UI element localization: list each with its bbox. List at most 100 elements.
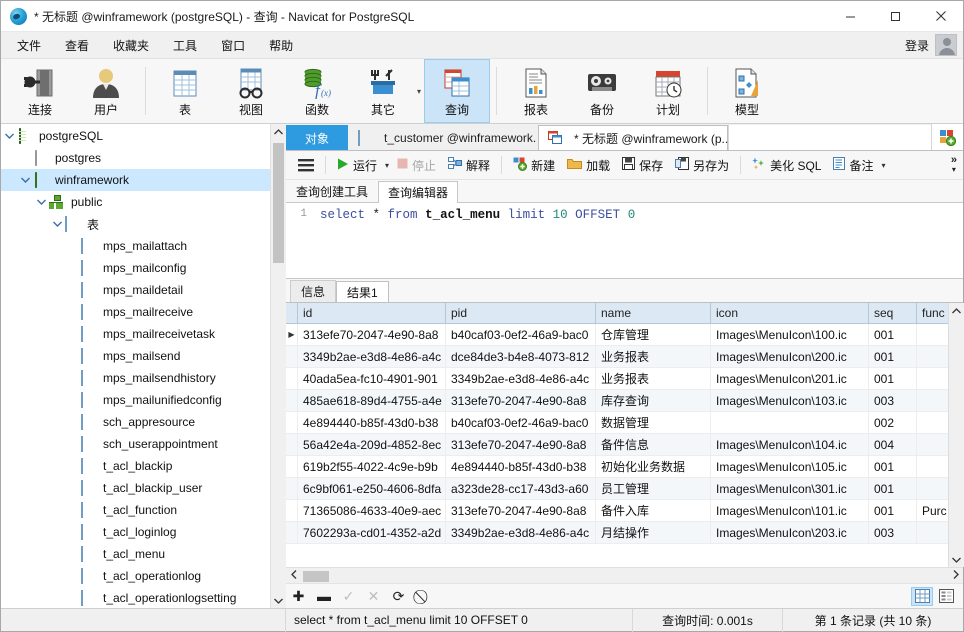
cell-icon[interactable]: Images\MenuIcon\201.ic: [711, 368, 869, 389]
table-row[interactable]: 56a42e4a-209d-4852-8ec 313efe70-2047-4e90…: [286, 434, 948, 456]
menu-file[interactable]: 文件: [5, 33, 53, 58]
cell-name[interactable]: 月结操作: [596, 522, 711, 543]
tree-scroll-thumb[interactable]: [272, 143, 284, 263]
menu-view[interactable]: 查看: [53, 33, 101, 58]
run-button[interactable]: 运行: [331, 154, 383, 177]
cell-pid[interactable]: 313efe70-2047-4e90-8a8: [446, 500, 596, 521]
tab-query-editor[interactable]: 查询编辑器: [378, 181, 459, 203]
cell-seq[interactable]: 001: [869, 456, 917, 477]
avatar[interactable]: [935, 34, 957, 56]
delete-record-icon[interactable]: ▬: [317, 588, 331, 604]
toolbar-function[interactable]: f (x) 函数: [284, 59, 350, 123]
tree-item-t_acl_blackip_user[interactable]: t_acl_blackip_user: [1, 477, 270, 499]
cell-name[interactable]: 数据管理: [596, 412, 711, 433]
tree-item-public[interactable]: public: [1, 191, 270, 213]
run-dropdown-caret[interactable]: ▾: [383, 161, 391, 170]
cell-seq[interactable]: 001: [869, 346, 917, 367]
tree-item-mps_maildetail[interactable]: mps_maildetail: [1, 279, 270, 301]
tree-item-mps_mailattach[interactable]: mps_mailattach: [1, 235, 270, 257]
cell-id[interactable]: 7602293a-cd01-4352-a2d: [298, 522, 446, 543]
cell-id[interactable]: 6c9bf061-e250-4606-8dfa: [298, 478, 446, 499]
toolbar-backup[interactable]: 备份: [569, 59, 635, 123]
menu-tools[interactable]: 工具: [161, 33, 209, 58]
table-row[interactable]: ▶ 313efe70-2047-4e90-8a8 b40caf03-0ef2-46a…: [286, 324, 948, 346]
grid-scroll-down-icon[interactable]: [948, 552, 964, 567]
cell-id[interactable]: 313efe70-2047-4e90-8a8: [298, 324, 446, 345]
cell-icon[interactable]: Images\MenuIcon\103.ic: [711, 390, 869, 411]
cell-seq[interactable]: 001: [869, 368, 917, 389]
tab-untitled-query[interactable]: * 无标题 @winframework (p...: [538, 125, 729, 150]
cell-seq[interactable]: 001: [869, 478, 917, 499]
result-grid[interactable]: id pid name icon seq func ▶ 313efe70-2047-4e90…: [286, 303, 948, 567]
grid-vertical-scrollbar[interactable]: [948, 303, 964, 567]
tree-scrollbar[interactable]: [270, 124, 286, 608]
object-tree[interactable]: postgreSQL postgres winframework public 表 mps…: [1, 124, 270, 608]
cell-func[interactable]: [917, 434, 948, 455]
toolbar-report[interactable]: 报表: [503, 59, 569, 123]
cell-icon[interactable]: Images\MenuIcon\301.ic: [711, 478, 869, 499]
tab-t-customer[interactable]: t_customer @winframework...: [348, 125, 539, 150]
cell-seq[interactable]: 004: [869, 434, 917, 455]
table-row[interactable]: 4e894440-b85f-43d0-b38 b40caf03-0ef2-46a9…: [286, 412, 948, 434]
cell-pid[interactable]: 313efe70-2047-4e90-8a8: [446, 434, 596, 455]
chevron-down-icon[interactable]: [49, 221, 65, 227]
tree-item-mps_mailsend[interactable]: mps_mailsend: [1, 345, 270, 367]
cell-pid[interactable]: 3349b2ae-e3d8-4e86-a4c: [446, 522, 596, 543]
cell-seq[interactable]: 002: [869, 412, 917, 433]
cell-icon[interactable]: [711, 412, 869, 433]
table-row[interactable]: 71365086-4633-40e9-aec 313efe70-2047-4e90…: [286, 500, 948, 522]
cell-func[interactable]: [917, 412, 948, 433]
tree-item-sch_userappointment[interactable]: sch_userappointment: [1, 433, 270, 455]
grid-header-seq[interactable]: seq: [869, 303, 917, 323]
maximize-button[interactable]: [873, 1, 918, 32]
minimize-button[interactable]: [828, 1, 873, 32]
hscroll-right-icon[interactable]: [948, 570, 963, 581]
toolbar-view[interactable]: 视图: [218, 59, 284, 123]
cell-name[interactable]: 备件入库: [596, 500, 711, 521]
grid-scroll-up-icon[interactable]: [948, 303, 964, 318]
cell-func[interactable]: [917, 346, 948, 367]
tree-scroll-up-icon[interactable]: [270, 124, 286, 139]
cell-icon[interactable]: Images\MenuIcon\200.ic: [711, 346, 869, 367]
load-button[interactable]: 加载: [561, 154, 616, 177]
menu-favorites[interactable]: 收藏夹: [101, 33, 161, 58]
cell-pid[interactable]: 3349b2ae-e3d8-4e86-a4c: [446, 368, 596, 389]
chevron-down-icon[interactable]: [17, 177, 33, 183]
tree-item-mps_mailsendhistory[interactable]: mps_mailsendhistory: [1, 367, 270, 389]
hamburger-icon[interactable]: [292, 156, 320, 175]
new-tab-button[interactable]: [931, 124, 963, 150]
cell-pid[interactable]: 313efe70-2047-4e90-8a8: [446, 390, 596, 411]
grid-header-func[interactable]: func: [917, 303, 948, 323]
grid-header-name[interactable]: name: [596, 303, 711, 323]
cell-icon[interactable]: Images\MenuIcon\105.ic: [711, 456, 869, 477]
beautify-sql-button[interactable]: 美化 SQL: [746, 154, 827, 177]
cell-func[interactable]: [917, 456, 948, 477]
tree-item-winframework[interactable]: winframework: [1, 169, 270, 191]
cell-id[interactable]: 40ada5ea-fc10-4901-901: [298, 368, 446, 389]
tree-item-postgreSQL[interactable]: postgreSQL: [1, 125, 270, 147]
tree-item-t_acl_function[interactable]: t_acl_function: [1, 499, 270, 521]
grid-header-id[interactable]: id: [298, 303, 446, 323]
grid-header-icon[interactable]: icon: [711, 303, 869, 323]
cell-id[interactable]: 71365086-4633-40e9-aec: [298, 500, 446, 521]
refresh-icon[interactable]: ⟳: [392, 588, 405, 605]
toolbar-user[interactable]: 用户: [73, 59, 139, 123]
save-as-button[interactable]: 另存为: [669, 154, 735, 177]
sql-code[interactable]: select * from t_acl_menu limit 10 OFFSET…: [312, 203, 635, 278]
hscroll-track[interactable]: [301, 568, 948, 584]
tree-scroll-down-icon[interactable]: [270, 593, 286, 608]
table-row[interactable]: 7602293a-cd01-4352-a2d 3349b2ae-e3d8-4e86…: [286, 522, 948, 544]
comment-dropdown-caret[interactable]: ▾: [880, 161, 888, 170]
tree-item-postgres[interactable]: postgres: [1, 147, 270, 169]
cell-pid[interactable]: a323de28-cc17-43d3-a60: [446, 478, 596, 499]
cell-name[interactable]: 初始化业务数据: [596, 456, 711, 477]
tab-result1[interactable]: 结果1: [336, 281, 389, 303]
grid-scroll-track[interactable]: [948, 318, 964, 552]
cell-pid[interactable]: b40caf03-0ef2-46a9-bac0: [446, 324, 596, 345]
comment-button[interactable]: 备注: [827, 154, 879, 177]
grid-view-icon[interactable]: [911, 586, 933, 606]
cell-name[interactable]: 仓库管理: [596, 324, 711, 345]
tree-item-mps_mailconfig[interactable]: mps_mailconfig: [1, 257, 270, 279]
explain-button[interactable]: 解释: [442, 154, 496, 177]
tab-message[interactable]: 信息: [290, 280, 337, 302]
